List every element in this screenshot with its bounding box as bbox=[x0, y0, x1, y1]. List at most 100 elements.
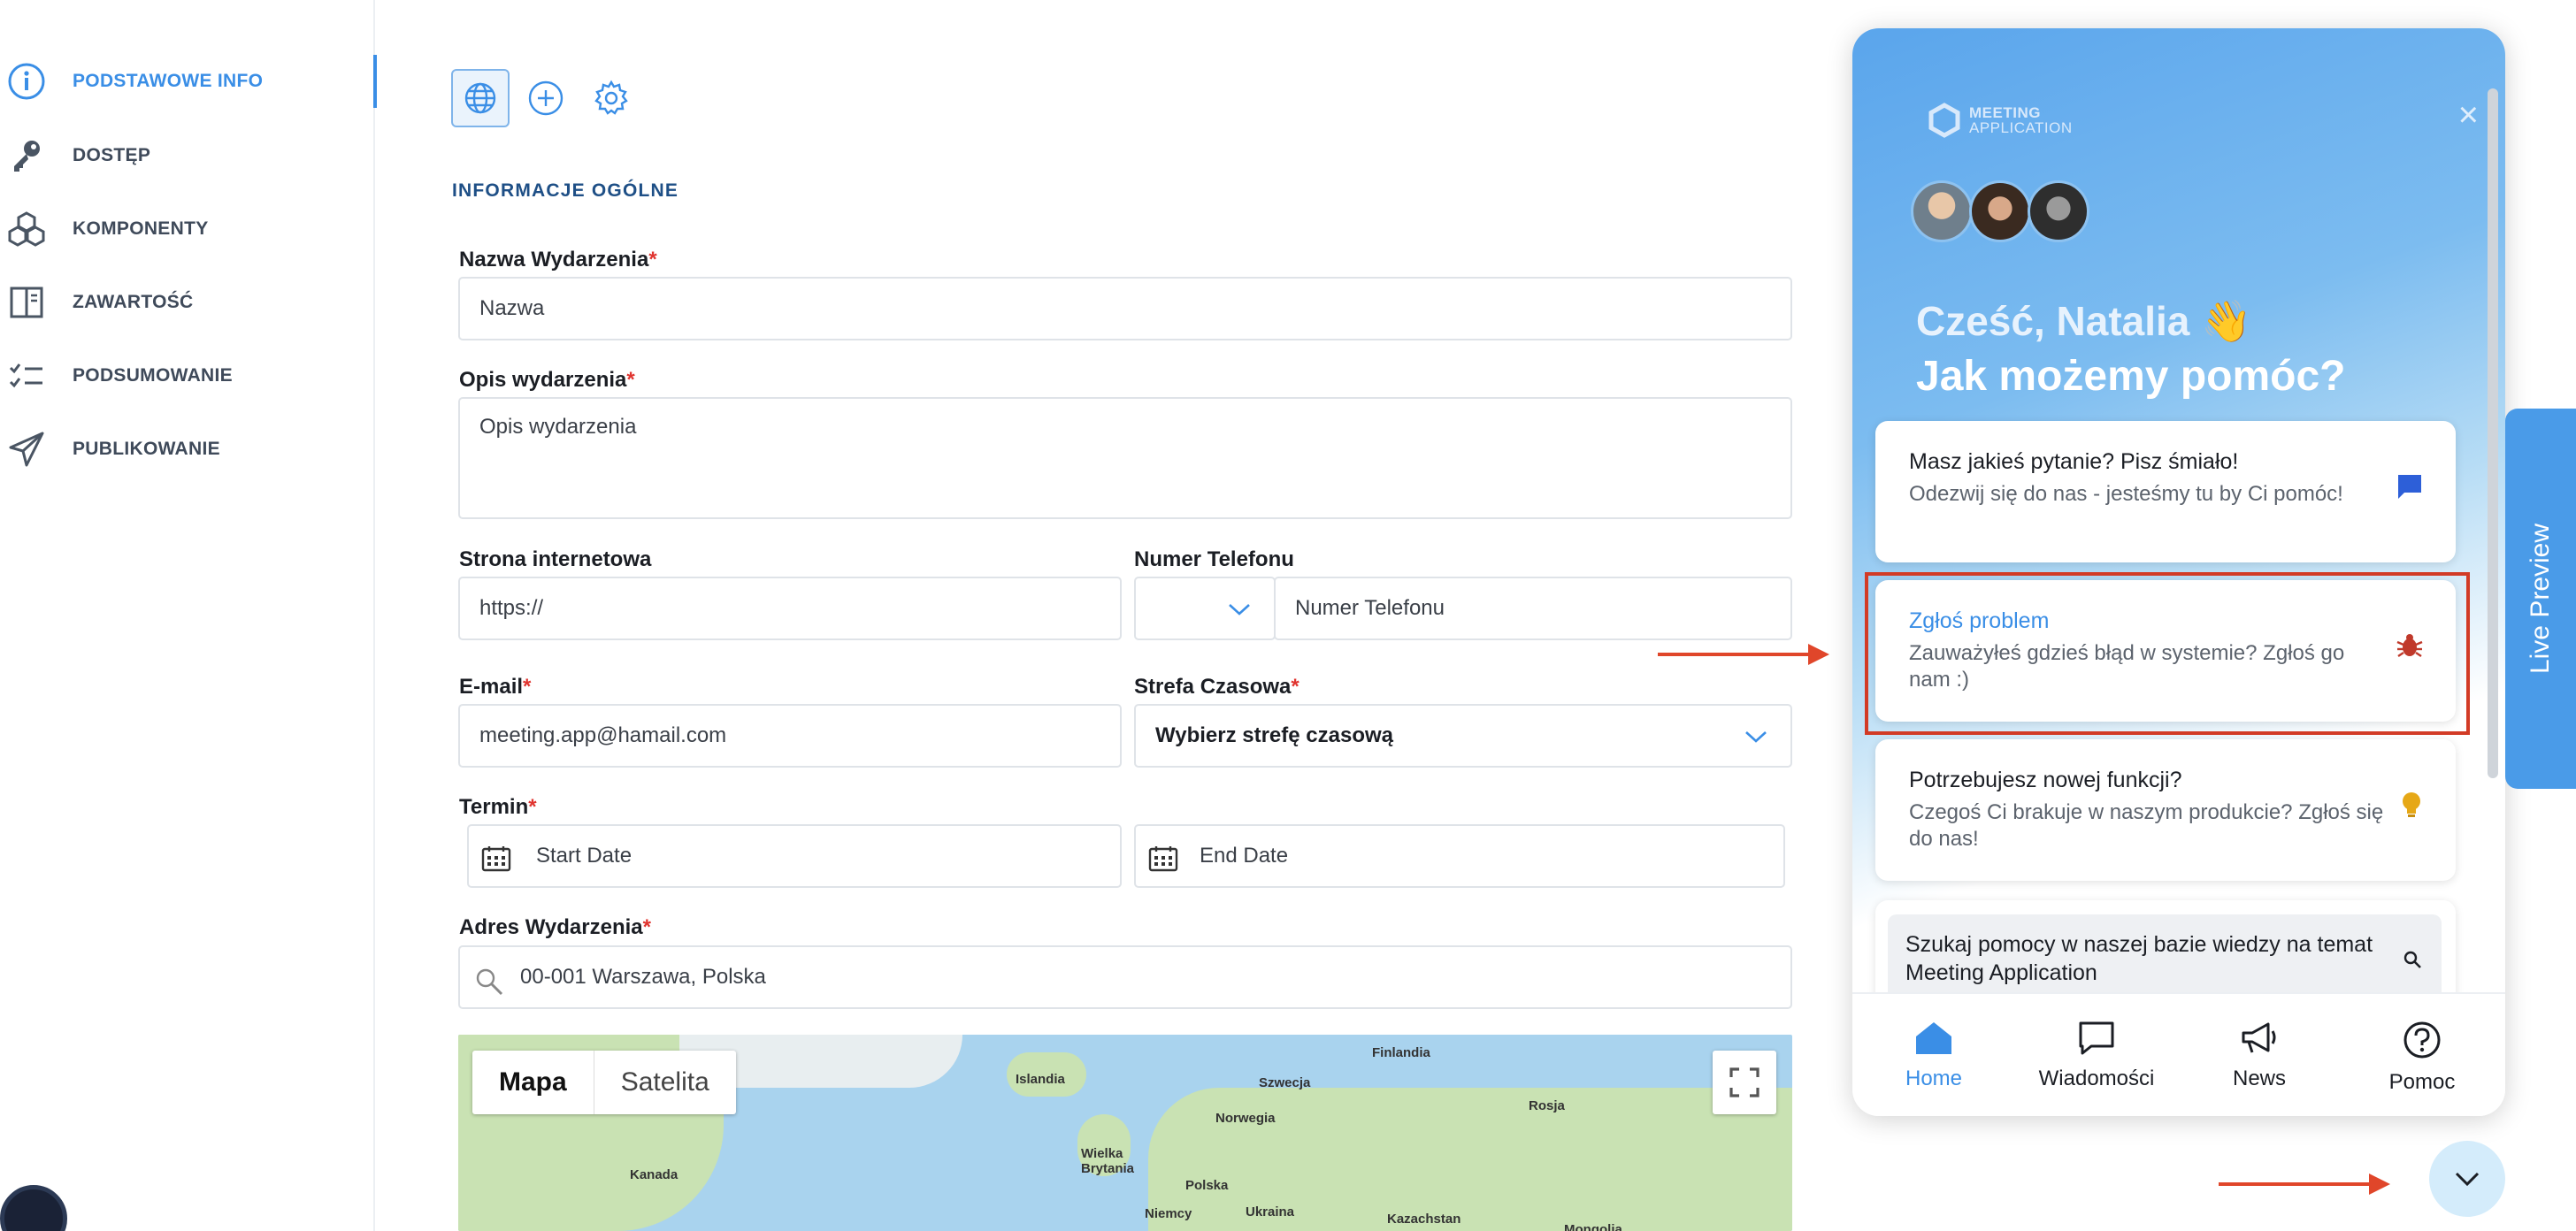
nav-label: News bbox=[2232, 1067, 2286, 1090]
logo-text-line2: APPLICATION bbox=[1969, 119, 2073, 136]
event-description-placeholder: Opis wydarzenia bbox=[479, 415, 637, 439]
map-label: Kanada bbox=[630, 1167, 678, 1182]
sidebar-item-komponenty[interactable]: KOMPONENTY bbox=[0, 203, 375, 256]
map-tab-satelita[interactable]: Satelita bbox=[594, 1051, 736, 1114]
key-icon bbox=[7, 136, 46, 175]
map-label: Mongolia bbox=[1564, 1222, 1622, 1231]
checklist-icon bbox=[7, 356, 46, 395]
address-input[interactable]: 00-001 Warszawa, Polska bbox=[458, 945, 1792, 1009]
ask-question-card[interactable]: Masz jakieś pytanie? Pisz śmiało! Odezwi… bbox=[1875, 421, 2456, 562]
avatar bbox=[2028, 180, 2089, 242]
sidebar-item-publikowanie[interactable]: PUBLIKOWANIE bbox=[0, 423, 375, 476]
nav-messages[interactable]: Wiadomości bbox=[2015, 1021, 2178, 1091]
map-label: Norwegia bbox=[1215, 1111, 1276, 1126]
phone-label: Numer Telefonu bbox=[1134, 547, 1294, 571]
start-date-input[interactable]: Start Date bbox=[467, 824, 1122, 888]
avatar bbox=[1969, 180, 2031, 242]
map-label: Polska bbox=[1185, 1178, 1229, 1193]
avatar bbox=[1911, 180, 1973, 242]
card-description: Czegoś Ci brakuje w naszym produkcie? Zg… bbox=[1909, 800, 2384, 851]
search-icon bbox=[476, 968, 503, 996]
app-logo: MEETING APPLICATION bbox=[1927, 103, 2073, 138]
plus-circle-icon bbox=[528, 80, 564, 116]
add-language-button[interactable] bbox=[517, 69, 575, 127]
sidebar-item-label: PODSTAWOWE INFO bbox=[73, 71, 264, 91]
widget-launcher-button[interactable] bbox=[2429, 1141, 2505, 1217]
gear-icon bbox=[594, 80, 628, 115]
paper-plane-icon bbox=[7, 430, 46, 469]
components-icon bbox=[7, 210, 46, 248]
annotation-highlight-box bbox=[1865, 572, 2470, 735]
nav-label: Pomoc bbox=[2388, 1070, 2456, 1094]
globe-button[interactable] bbox=[451, 69, 510, 127]
live-preview-tab[interactable]: Live Preview bbox=[2505, 409, 2576, 789]
chevron-down-icon bbox=[1745, 731, 1767, 743]
nav-label: Wiadomości bbox=[2038, 1067, 2155, 1090]
phone-country-select[interactable] bbox=[1134, 577, 1276, 640]
address-value: 00-001 Warszawa, Polska bbox=[520, 965, 766, 989]
map-type-tabs: Mapa Satelita bbox=[472, 1051, 736, 1114]
widget-bottom-nav: Home Wiadomości News Pomoc bbox=[1852, 992, 2505, 1116]
phone-number-placeholder: Numer Telefonu bbox=[1295, 596, 1445, 620]
settings-button[interactable] bbox=[582, 69, 640, 127]
map-label: Kazachstan bbox=[1387, 1212, 1461, 1227]
sidebar-item-podsumowanie[interactable]: PODSUMOWANIE bbox=[0, 349, 375, 402]
annotation-arrow bbox=[1658, 644, 1829, 665]
email-value: meeting.app@hamail.com bbox=[479, 723, 727, 747]
annotation-arrow bbox=[2219, 1174, 2390, 1195]
website-input[interactable]: https:// bbox=[458, 577, 1122, 640]
event-name-input[interactable]: Nazwa bbox=[458, 277, 1792, 340]
sidebar-item-label: ZAWARTOŚĆ bbox=[73, 292, 194, 312]
search-text: Szukaj pomocy w naszej bazie wiedzy na t… bbox=[1905, 932, 2373, 985]
sidebar-item-dostep[interactable]: DOSTĘP bbox=[0, 129, 375, 182]
nav-home[interactable]: Home bbox=[1852, 1021, 2015, 1091]
sidebar-item-label: DOSTĘP bbox=[73, 145, 151, 165]
sidebar-item-podstawowe-info[interactable]: PODSTAWOWE INFO bbox=[0, 55, 377, 108]
map-label: Szwecja bbox=[1259, 1075, 1311, 1090]
end-date-input[interactable]: End Date bbox=[1134, 824, 1785, 888]
term-label: Termin* bbox=[459, 795, 537, 819]
feature-request-card[interactable]: Potrzebujesz nowej funkcji? Czegoś Ci br… bbox=[1875, 739, 2456, 881]
email-label: E-mail* bbox=[459, 675, 532, 699]
sidebar-item-label: PUBLIKOWANIE bbox=[73, 439, 220, 459]
card-description: Odezwij się do nas - jesteśmy tu by Ci p… bbox=[1909, 482, 2343, 506]
website-label: Strona internetowa bbox=[459, 547, 652, 571]
map-label: Finlandia bbox=[1372, 1045, 1430, 1060]
sidebar-item-zawartosc[interactable]: ZAWARTOŚĆ bbox=[0, 276, 375, 329]
phone-number-input[interactable]: Numer Telefonu bbox=[1274, 577, 1792, 640]
map-label: Islandia bbox=[1016, 1072, 1065, 1087]
close-icon[interactable]: × bbox=[2458, 96, 2479, 135]
nav-news[interactable]: News bbox=[2178, 1021, 2341, 1091]
timezone-value: Wybierz strefę czasową bbox=[1155, 723, 1394, 747]
nav-help[interactable]: Pomoc bbox=[2341, 1021, 2503, 1095]
greeting: Cześć, Natalia 👋 bbox=[1916, 298, 2252, 344]
event-map[interactable]: Islandia Szwecja Finlandia Norwegia Rosj… bbox=[458, 1035, 1792, 1231]
email-input[interactable]: meeting.app@hamail.com bbox=[458, 704, 1122, 768]
timezone-select[interactable]: Wybierz strefę czasową bbox=[1134, 704, 1792, 768]
fullscreen-button[interactable] bbox=[1713, 1051, 1776, 1114]
calendar-icon bbox=[1148, 846, 1178, 872]
card-title: Masz jakieś pytanie? Pisz śmiało! bbox=[1909, 449, 2239, 474]
chevron-down-icon bbox=[2455, 1172, 2480, 1187]
logo-text-line1: MEETING bbox=[1969, 104, 2041, 121]
fullscreen-icon bbox=[1729, 1067, 1760, 1097]
timezone-label: Strefa Czasowa* bbox=[1134, 675, 1300, 699]
event-name-placeholder: Nazwa bbox=[479, 296, 545, 320]
sidebar: PODSTAWOWE INFO DOSTĘP KOMPONENTY ZAWART… bbox=[0, 0, 377, 1231]
map-label: Rosja bbox=[1529, 1098, 1565, 1113]
widget-scrollbar[interactable] bbox=[2488, 88, 2498, 778]
book-icon bbox=[7, 283, 46, 322]
start-date-placeholder: Start Date bbox=[536, 844, 632, 868]
map-label: Wielka Brytania bbox=[1081, 1146, 1135, 1176]
megaphone-icon bbox=[2242, 1022, 2276, 1053]
help-icon bbox=[2404, 1021, 2441, 1059]
chevron-down-icon bbox=[1229, 604, 1250, 616]
search-icon bbox=[2404, 951, 2421, 968]
end-date-placeholder: End Date bbox=[1200, 844, 1289, 868]
event-description-textarea[interactable]: Opis wydarzenia bbox=[458, 397, 1792, 519]
main-content: INFORMACJE OGÓLNE Nazwa Wydarzenia* Nazw… bbox=[375, 0, 1844, 1231]
hexagon-logo-icon bbox=[1928, 103, 1960, 138]
map-tab-mapa[interactable]: Mapa bbox=[472, 1051, 594, 1114]
sidebar-item-label: PODSUMOWANIE bbox=[73, 365, 233, 386]
live-preview-label: Live Preview bbox=[2526, 523, 2556, 675]
